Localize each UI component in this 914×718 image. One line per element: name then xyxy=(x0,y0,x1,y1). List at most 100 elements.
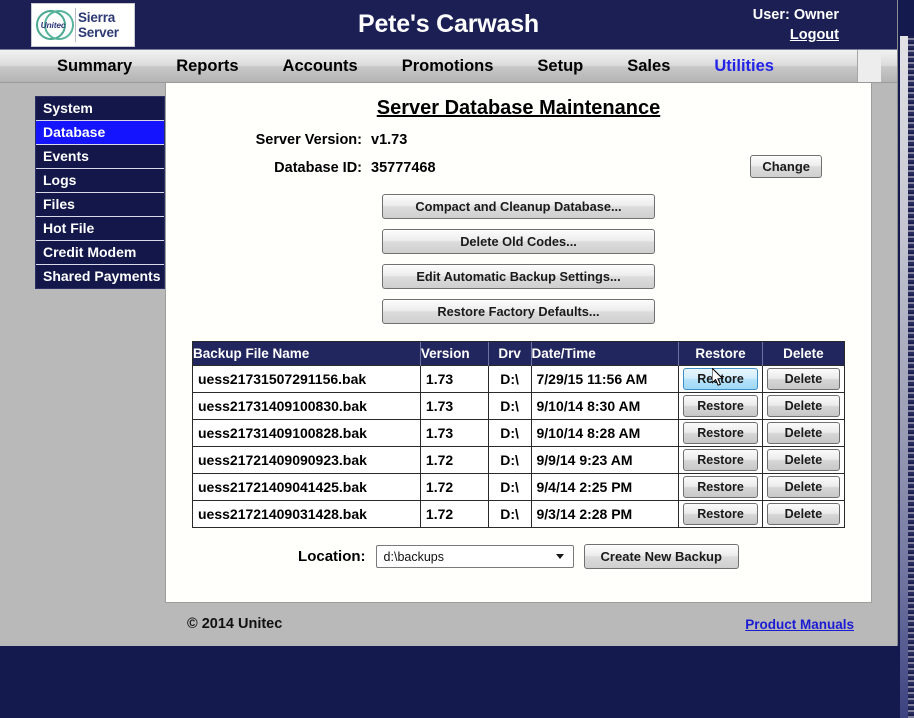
nav-tab-setup[interactable]: Setup xyxy=(515,57,605,76)
cell-restore: Restore xyxy=(678,473,763,501)
application-window: Unitec Sierra Server Pete's Carwash User… xyxy=(0,0,898,646)
delete-backup-button[interactable]: Delete xyxy=(766,395,840,417)
cell-backup-file-name: uess21721409090923.bak xyxy=(193,446,421,474)
create-new-backup-button[interactable]: Create New Backup xyxy=(583,544,739,569)
cell-backup-file-name: uess21721409041425.bak xyxy=(193,473,421,501)
copyright-text: © 2014 Unitec xyxy=(187,616,283,632)
user-label: User: Owner xyxy=(752,7,839,23)
cell-delete: Delete xyxy=(762,419,844,447)
database-maintenance-panel: Server Database Maintenance Server Versi… xyxy=(165,83,872,603)
cell-date-time: 9/10/14 8:28 AM xyxy=(531,419,680,447)
sidebar-item-database[interactable]: Database xyxy=(36,121,164,145)
cell-backup-file-name: uess21731507291156.bak xyxy=(193,365,421,393)
column-header-date-time: Date/Time xyxy=(531,342,680,366)
cell-drv: D:\ xyxy=(488,419,532,447)
column-header-restore: Restore xyxy=(678,342,763,366)
delete-backup-button[interactable]: Delete xyxy=(766,476,840,498)
restore-backup-button[interactable]: Restore xyxy=(683,395,758,417)
cell-restore: Restore xyxy=(678,500,763,527)
restore-backup-button[interactable]: Restore xyxy=(683,368,758,390)
user-info: User: Owner Logout xyxy=(753,5,839,45)
nav-tab-sales[interactable]: Sales xyxy=(605,57,692,76)
delete-backup-button[interactable]: Delete xyxy=(766,422,840,444)
edit-automatic-backup-settings-button[interactable]: Edit Automatic Backup Settings... xyxy=(382,264,655,289)
cell-drv: D:\ xyxy=(488,365,532,393)
server-version-value: v1.73 xyxy=(371,132,408,148)
delete-backup-button[interactable]: Delete xyxy=(766,503,840,525)
cell-date-time: 9/9/14 9:23 AM xyxy=(531,446,680,474)
cell-version: 1.73 xyxy=(420,365,489,393)
cell-date-time: 9/10/14 8:30 AM xyxy=(531,392,680,420)
cell-restore: Restore xyxy=(678,446,763,474)
cell-delete: Delete xyxy=(762,473,844,501)
backup-table-wrapper: Backup File Name Version Drv Date/Time R… xyxy=(192,341,845,528)
cell-date-time: 9/4/14 2:25 PM xyxy=(531,473,680,501)
sidebar-item-events[interactable]: Events xyxy=(36,145,164,169)
restore-backup-button[interactable]: Restore xyxy=(683,476,758,498)
table-row: uess21731507291156.bak 1.73 D:\ 7/29/15 11:… xyxy=(193,365,844,393)
product-manuals-link[interactable]: Product Manuals xyxy=(745,617,854,632)
footer-bar: © 2014 Unitec Product Manuals xyxy=(165,603,872,645)
right-edge-scrollbar xyxy=(908,36,914,718)
column-header-drv: Drv xyxy=(488,342,532,366)
nav-tab-promotions[interactable]: Promotions xyxy=(380,57,516,76)
backup-table-body: uess21731507291156.bak 1.73 D:\ 7/29/15 11:… xyxy=(193,365,844,527)
cell-delete: Delete xyxy=(762,446,844,474)
title-bar: Unitec Sierra Server Pete's Carwash User… xyxy=(0,0,897,50)
cell-date-time: 9/3/14 2:28 PM xyxy=(531,500,680,527)
column-header-backup-file-name: Backup File Name xyxy=(193,342,421,366)
backup-files-table: Backup File Name Version Drv Date/Time R… xyxy=(193,342,844,527)
utilities-sidebar: System Database Events Logs Files Hot Fi… xyxy=(35,96,165,289)
delete-backup-button[interactable]: Delete xyxy=(766,368,840,390)
cell-delete: Delete xyxy=(762,500,844,527)
cell-version: 1.72 xyxy=(420,500,489,527)
main-navigation: Summary Reports Accounts Promotions Setu… xyxy=(0,50,897,83)
restore-backup-button[interactable]: Restore xyxy=(683,503,758,525)
cell-drv: D:\ xyxy=(488,446,532,474)
panel-heading: Server Database Maintenance xyxy=(376,97,661,119)
sidebar-item-hot-file[interactable]: Hot File xyxy=(36,217,164,241)
cell-drv: D:\ xyxy=(488,500,532,527)
location-dropdown[interactable]: d:\backups xyxy=(375,545,574,568)
chevron-down-icon xyxy=(552,546,569,567)
cell-restore: Restore xyxy=(678,365,763,393)
sidebar-item-system[interactable]: System xyxy=(36,97,164,121)
cell-version: 1.72 xyxy=(420,473,489,501)
cell-backup-file-name: uess21731409100828.bak xyxy=(193,419,421,447)
delete-backup-button[interactable]: Delete xyxy=(766,449,840,471)
restore-backup-button[interactable]: Restore xyxy=(683,449,758,471)
cell-restore: Restore xyxy=(678,419,763,447)
delete-old-codes-button[interactable]: Delete Old Codes... xyxy=(382,229,655,254)
column-header-delete: Delete xyxy=(762,342,844,366)
sidebar-item-files[interactable]: Files xyxy=(36,193,164,217)
cell-delete: Delete xyxy=(762,365,844,393)
sidebar-item-credit-modem[interactable]: Credit Modem xyxy=(36,241,164,265)
nav-tab-summary[interactable]: Summary xyxy=(35,57,154,76)
table-row: uess21731409100830.bak 1.73 D:\ 9/10/14 8:3… xyxy=(193,392,844,420)
table-row: uess21721409041425.bak 1.72 D:\ 9/4/14 2:25… xyxy=(193,473,844,501)
restore-backup-button[interactable]: Restore xyxy=(683,422,758,444)
right-edge-gradient xyxy=(900,36,908,718)
restore-factory-defaults-button[interactable]: Restore Factory Defaults... xyxy=(382,299,655,324)
change-database-id-button[interactable]: Change xyxy=(750,155,822,178)
location-selected-value: d:\backups xyxy=(383,549,445,564)
content-area: System Database Events Logs Files Hot Fi… xyxy=(0,83,897,646)
cell-date-time: 7/29/15 11:56 AM xyxy=(531,365,680,393)
table-header-row: Backup File Name Version Drv Date/Time R… xyxy=(193,342,844,366)
sidebar-item-shared-payments[interactable]: Shared Payments xyxy=(36,265,164,288)
compact-cleanup-database-button[interactable]: Compact and Cleanup Database... xyxy=(382,194,655,219)
sidebar-item-logs[interactable]: Logs xyxy=(36,169,164,193)
cell-delete: Delete xyxy=(762,392,844,420)
cell-backup-file-name: uess21731409100830.bak xyxy=(193,392,421,420)
cell-drv: D:\ xyxy=(488,473,532,501)
logout-link[interactable]: Logout xyxy=(753,25,839,45)
cell-version: 1.72 xyxy=(420,446,489,474)
database-id-label: Database ID: xyxy=(274,160,362,176)
nav-tab-reports[interactable]: Reports xyxy=(154,57,260,76)
server-version-label: Server Version: xyxy=(255,132,362,148)
nav-tab-utilities[interactable]: Utilities xyxy=(692,57,796,76)
table-row: uess21721409090923.bak 1.72 D:\ 9/9/14 9:23… xyxy=(193,446,844,474)
location-label: Location: xyxy=(298,548,366,565)
table-row: uess21721409031428.bak 1.72 D:\ 9/3/14 2:28… xyxy=(193,500,844,527)
nav-tab-accounts[interactable]: Accounts xyxy=(261,57,380,76)
